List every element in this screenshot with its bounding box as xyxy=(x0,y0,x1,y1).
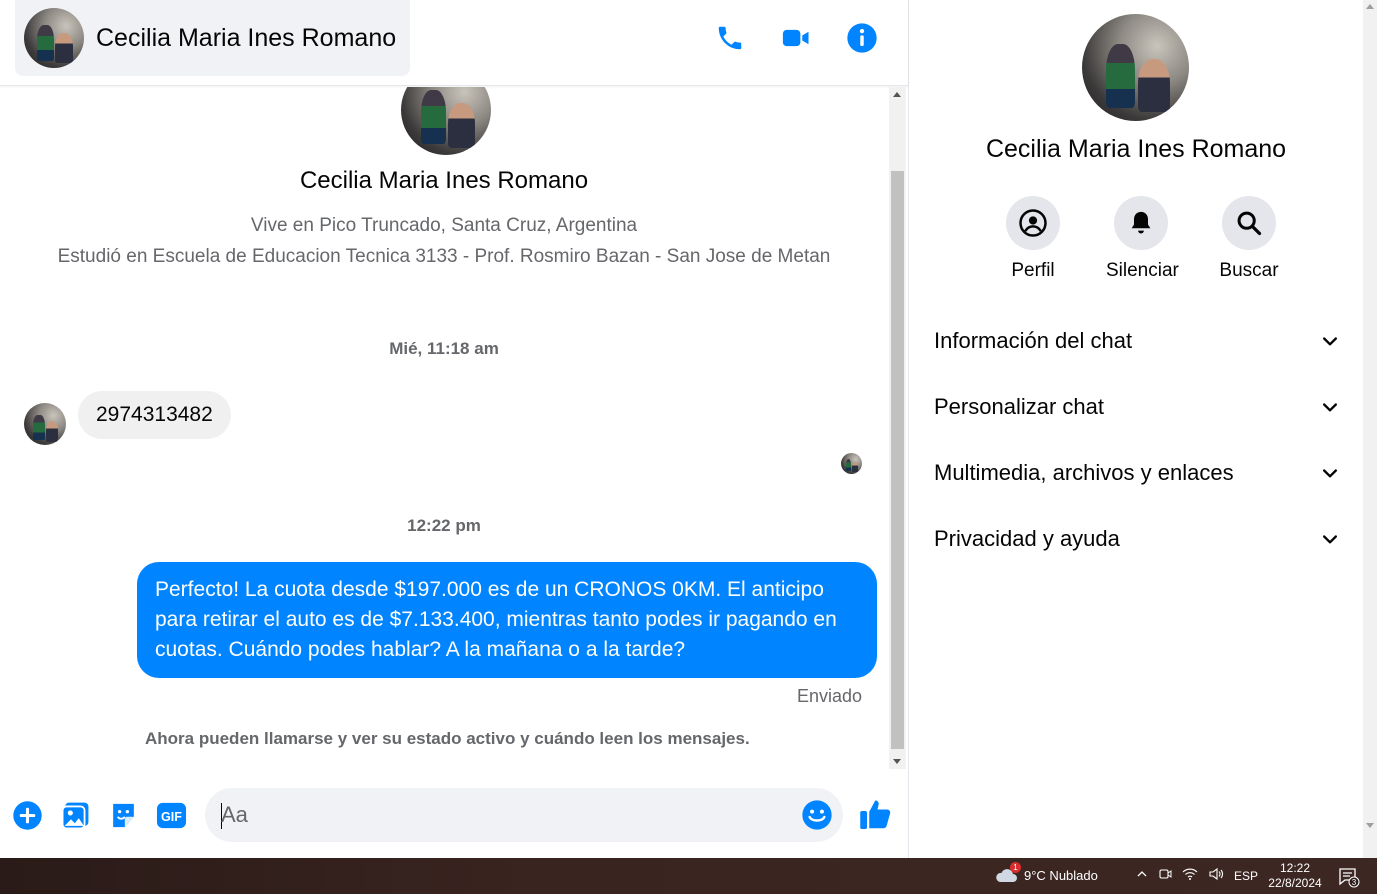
profile-action-circle[interactable] xyxy=(1006,196,1060,250)
gif-button[interactable]: GIF xyxy=(155,799,187,831)
scroll-down-arrow[interactable] xyxy=(1366,823,1374,828)
section-label: Multimedia, archivos y enlaces xyxy=(934,460,1234,485)
intro-avatar[interactable] xyxy=(401,87,491,155)
message-list: Cecilia Maria Ines Romano Vive en Pico T… xyxy=(0,87,888,769)
profile-icon xyxy=(1019,209,1047,237)
input-language[interactable]: ESP xyxy=(1234,869,1258,883)
info-sections: Información del chat Personalizar chat M… xyxy=(934,308,1346,572)
video-call-button[interactable] xyxy=(780,20,812,56)
wifi-icon[interactable] xyxy=(1182,867,1198,884)
phone-icon xyxy=(718,26,742,50)
chevron-up-icon[interactable] xyxy=(1136,868,1148,883)
mute-action-circle[interactable] xyxy=(1114,196,1168,250)
section-media-files-links[interactable]: Multimedia, archivos y enlaces xyxy=(934,440,1346,506)
plus-circle-icon xyxy=(12,800,42,830)
emoji-icon xyxy=(802,800,832,830)
search-action-circle[interactable] xyxy=(1222,196,1276,250)
sticker-button[interactable] xyxy=(107,799,139,831)
notification-center-button[interactable]: 3 xyxy=(1338,866,1360,888)
notification-icon: 3 xyxy=(1339,868,1360,888)
contact-avatar xyxy=(24,8,84,68)
sender-avatar[interactable] xyxy=(24,403,66,445)
clock-time: 12:22 xyxy=(1279,861,1311,875)
scroll-thumb[interactable] xyxy=(891,171,904,749)
weather-alert-badge: 1 xyxy=(1010,862,1021,873)
gif-label: GIF xyxy=(161,809,182,823)
search-action-label: Buscar xyxy=(1219,260,1279,281)
send-like-button[interactable] xyxy=(858,796,894,832)
info-quick-actions: Perfil Silenciar Buscar xyxy=(998,196,1284,282)
info-avatar[interactable] xyxy=(1082,14,1189,121)
weather-text: 9°C Nublado xyxy=(1024,867,1098,883)
chat-pane: Cecilia Maria Ines Romano Cecilia Maria … xyxy=(0,0,909,858)
intro-education: Estudió en Escuela de Educacion Tecnica … xyxy=(57,246,831,267)
chevron-down-icon xyxy=(1323,535,1337,544)
incoming-message-bubble[interactable]: 2974313482 xyxy=(78,391,231,439)
scroll-up-arrow[interactable] xyxy=(893,92,901,97)
mute-action[interactable]: Silenciar xyxy=(1106,196,1179,282)
sent-status: Enviado xyxy=(796,686,862,706)
section-customize-chat[interactable]: Personalizar chat xyxy=(934,374,1346,440)
outgoing-message-bubble[interactable]: Perfecto! La cuota desde $197.000 es de … xyxy=(137,562,877,678)
clock-date: 22/8/2024 xyxy=(1268,876,1322,890)
message-scrollbar[interactable] xyxy=(889,87,906,769)
messenger-window: Cecilia Maria Ines Romano Cecilia Maria … xyxy=(0,0,1377,858)
system-tray: ESP xyxy=(1136,867,1258,884)
header-actions xyxy=(714,20,878,56)
photo-icon xyxy=(61,802,88,829)
attach-photo-button[interactable] xyxy=(59,799,91,831)
info-contact-name: Cecilia Maria Ines Romano xyxy=(985,135,1287,163)
thumbs-up-icon xyxy=(860,800,891,829)
message-timestamp: Mié, 11:18 am xyxy=(389,339,499,358)
section-chat-info[interactable]: Información del chat xyxy=(934,308,1346,374)
incoming-message-row: 2974313482 xyxy=(24,385,231,445)
sticker-icon xyxy=(112,803,134,827)
voice-call-button[interactable] xyxy=(714,20,746,56)
video-camera-icon xyxy=(782,29,809,47)
chat-header: Cecilia Maria Ines Romano xyxy=(0,0,908,86)
search-icon xyxy=(1237,211,1262,236)
scroll-down-arrow[interactable] xyxy=(893,759,901,764)
profile-action[interactable]: Perfil xyxy=(998,196,1068,282)
seen-indicator-avatar xyxy=(841,453,862,474)
header-contact-button[interactable]: Cecilia Maria Ines Romano xyxy=(15,0,410,76)
windows-taskbar: 9°C Nublado 1 ESP 12:22 22/8/2024 3 xyxy=(0,858,1377,894)
gif-icon: GIF xyxy=(156,802,186,828)
meet-now-icon[interactable] xyxy=(1158,867,1172,884)
conversation-info-panel: Cecilia Maria Ines Romano Perfil Silenci… xyxy=(910,0,1362,858)
message-timestamp: 12:22 pm xyxy=(407,516,481,535)
section-privacy-help[interactable]: Privacidad y ayuda xyxy=(934,506,1346,572)
profile-action-label: Perfil xyxy=(1011,260,1055,281)
info-icon xyxy=(847,23,877,53)
message-input-wrapper xyxy=(205,788,843,842)
message-composer: GIF xyxy=(0,772,908,858)
scroll-up-arrow[interactable] xyxy=(1366,4,1374,9)
section-label: Personalizar chat xyxy=(934,394,1104,419)
bell-icon xyxy=(1131,211,1151,234)
window-scrollbar[interactable] xyxy=(1363,0,1377,858)
section-label: Información del chat xyxy=(934,328,1133,353)
conversation-info-button[interactable] xyxy=(846,20,878,56)
mute-action-label: Silenciar xyxy=(1106,260,1179,281)
chevron-down-icon xyxy=(1323,469,1337,478)
connection-notice: Ahora pueden llamarse y ver su estado ac… xyxy=(145,729,750,748)
message-input[interactable] xyxy=(221,788,791,842)
chevron-down-icon xyxy=(1323,337,1337,346)
chevron-down-icon xyxy=(1323,403,1337,412)
intro-location: Vive en Pico Truncado, Santa Cruz, Argen… xyxy=(250,215,638,236)
intro-name: Cecilia Maria Ines Romano xyxy=(299,167,589,194)
emoji-button[interactable] xyxy=(801,799,833,831)
search-action[interactable]: Buscar xyxy=(1214,196,1284,282)
system-clock[interactable]: 12:22 22/8/2024 xyxy=(1262,861,1328,891)
volume-icon[interactable] xyxy=(1208,867,1224,884)
header-contact-name: Cecilia Maria Ines Romano xyxy=(96,23,397,52)
section-label: Privacidad y ayuda xyxy=(934,526,1120,551)
notification-count: 3 xyxy=(1352,878,1357,887)
more-actions-button[interactable] xyxy=(11,799,43,831)
